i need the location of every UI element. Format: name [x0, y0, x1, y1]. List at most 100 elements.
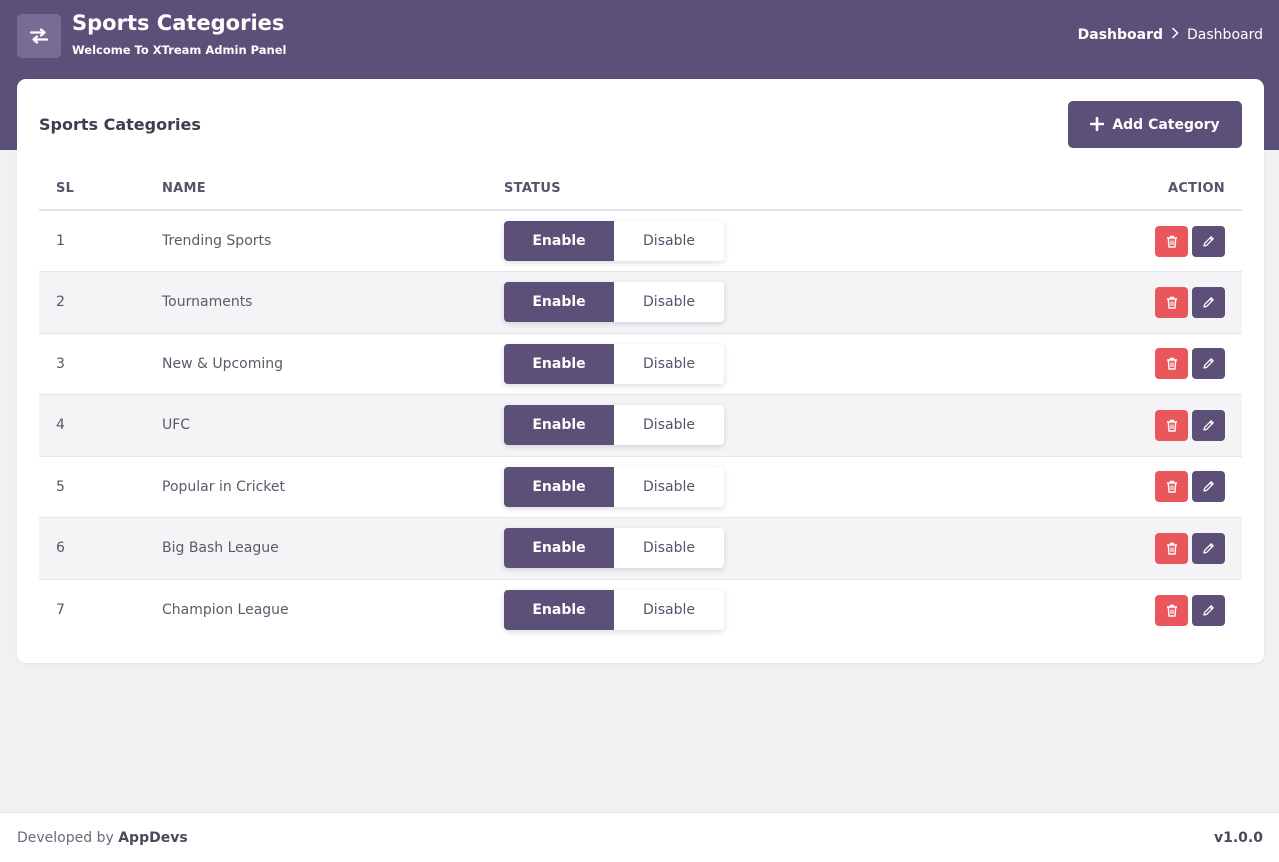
table-row: 3 New & Upcoming Enable Disable — [39, 333, 1242, 395]
breadcrumb: Dashboard Dashboard — [1078, 27, 1263, 43]
disable-button[interactable]: Disable — [614, 405, 724, 446]
trash-icon — [1166, 604, 1178, 617]
trash-icon — [1166, 480, 1178, 493]
trash-icon — [1166, 296, 1178, 309]
enable-button[interactable]: Enable — [504, 528, 614, 569]
disable-button[interactable]: Disable — [614, 590, 724, 630]
row-actions — [1033, 456, 1242, 518]
status-toggle: Enable Disable — [504, 405, 724, 446]
swap-arrows-icon[interactable] — [17, 14, 61, 58]
row-status: Enable Disable — [504, 518, 1033, 580]
footer: Developed by AppDevs v1.0.0 — [0, 812, 1279, 862]
pencil-icon — [1202, 296, 1215, 309]
edit-button[interactable] — [1192, 594, 1225, 626]
row-sl: 1 — [56, 233, 65, 249]
enable-button[interactable]: Enable — [504, 466, 614, 507]
row-sl: 7 — [56, 602, 65, 618]
table-header-row: SL NAME STATUS ACTION — [39, 167, 1242, 211]
page-title: Sports Categories — [72, 11, 285, 35]
edit-button[interactable] — [1192, 409, 1225, 441]
row-actions — [1033, 210, 1242, 272]
row-name: UFC — [162, 417, 191, 434]
disable-button[interactable]: Disable — [614, 221, 724, 261]
footer-credit: Developed by AppDevs — [17, 830, 188, 846]
delete-button[interactable] — [1155, 286, 1188, 318]
trash-icon — [1166, 542, 1178, 555]
row-name: Tournaments — [162, 294, 253, 311]
table-row: 2 Tournaments Enable Disable — [39, 271, 1242, 333]
table-row: 7 Champion League Enable Disable — [39, 579, 1242, 641]
row-name: New & Upcoming — [162, 355, 284, 372]
edit-button[interactable] — [1192, 225, 1225, 257]
add-category-button[interactable]: Add Category — [1068, 101, 1242, 148]
row-actions — [1033, 395, 1242, 457]
disable-button[interactable]: Disable — [614, 282, 724, 323]
card-title: Sports Categories — [39, 115, 201, 134]
row-sl: 2 — [56, 294, 65, 311]
disable-button[interactable]: Disable — [614, 528, 724, 569]
enable-button[interactable]: Enable — [504, 405, 614, 446]
breadcrumb-dashboard-link[interactable]: Dashboard — [1078, 27, 1163, 43]
row-status: Enable Disable — [504, 395, 1033, 457]
row-status: Enable Disable — [504, 210, 1033, 272]
edit-button[interactable] — [1192, 286, 1225, 318]
row-sl: 5 — [56, 478, 65, 495]
edit-button[interactable] — [1192, 348, 1225, 380]
footer-prefix: Developed by — [17, 830, 114, 846]
row-name: Trending Sports — [162, 233, 272, 249]
enable-button[interactable]: Enable — [504, 590, 614, 630]
trash-icon — [1166, 235, 1178, 248]
column-header-status: STATUS — [504, 167, 1033, 211]
pencil-icon — [1202, 357, 1215, 370]
row-sl: 3 — [56, 355, 65, 372]
enable-button[interactable]: Enable — [504, 343, 614, 384]
delete-button[interactable] — [1155, 594, 1188, 626]
app-version: v1.0.0 — [1214, 830, 1263, 846]
trash-icon — [1166, 357, 1178, 370]
delete-button[interactable] — [1155, 471, 1188, 503]
pencil-icon — [1202, 542, 1215, 555]
categories-table: SL NAME STATUS ACTION 1 Trending Sports En… — [39, 167, 1242, 641]
footer-brand-link[interactable]: AppDevs — [118, 830, 187, 846]
pencil-icon — [1202, 480, 1215, 493]
status-toggle: Enable Disable — [504, 466, 724, 507]
status-toggle: Enable Disable — [504, 528, 724, 569]
edit-button[interactable] — [1192, 471, 1225, 503]
status-toggle: Enable Disable — [504, 590, 724, 630]
table-row: 6 Big Bash League Enable Disable — [39, 517, 1242, 580]
trash-icon — [1166, 419, 1178, 432]
column-header-sl: SL — [39, 167, 162, 211]
row-sl: 4 — [56, 417, 65, 434]
plus-icon — [1090, 114, 1105, 134]
delete-button[interactable] — [1155, 225, 1188, 257]
table-row: 5 Popular in Cricket Enable Disable — [39, 456, 1242, 518]
categories-card: Sports Categories Add Category SL NAME S… — [17, 79, 1264, 663]
page-subtitle: Welcome To XTream Admin Panel — [72, 43, 287, 57]
status-toggle: Enable Disable — [504, 221, 724, 261]
table-row: 4 UFC Enable Disable — [39, 394, 1242, 457]
enable-button[interactable]: Enable — [504, 221, 614, 261]
delete-button[interactable] — [1155, 532, 1188, 564]
delete-button[interactable] — [1155, 409, 1188, 441]
add-category-label: Add Category — [1112, 116, 1220, 133]
chevron-right-icon — [1171, 27, 1179, 43]
row-sl: 6 — [56, 540, 65, 557]
column-header-name: NAME — [162, 167, 504, 211]
column-header-action: ACTION — [1032, 167, 1242, 211]
disable-button[interactable]: Disable — [614, 343, 724, 384]
edit-button[interactable] — [1192, 532, 1225, 564]
status-toggle: Enable Disable — [504, 343, 724, 384]
delete-button[interactable] — [1155, 348, 1188, 380]
row-name: Popular in Cricket — [162, 478, 285, 495]
disable-button[interactable]: Disable — [614, 466, 724, 507]
row-name: Big Bash League — [162, 540, 279, 557]
breadcrumb-current: Dashboard — [1187, 27, 1263, 43]
pencil-icon — [1202, 235, 1215, 248]
table-row: 1 Trending Sports Enable Disable — [39, 210, 1242, 272]
pencil-icon — [1202, 604, 1215, 617]
enable-button[interactable]: Enable — [504, 282, 614, 323]
row-status: Enable Disable — [504, 579, 1033, 641]
row-status: Enable Disable — [504, 456, 1033, 518]
row-actions — [1033, 518, 1242, 580]
row-status: Enable Disable — [504, 333, 1033, 395]
